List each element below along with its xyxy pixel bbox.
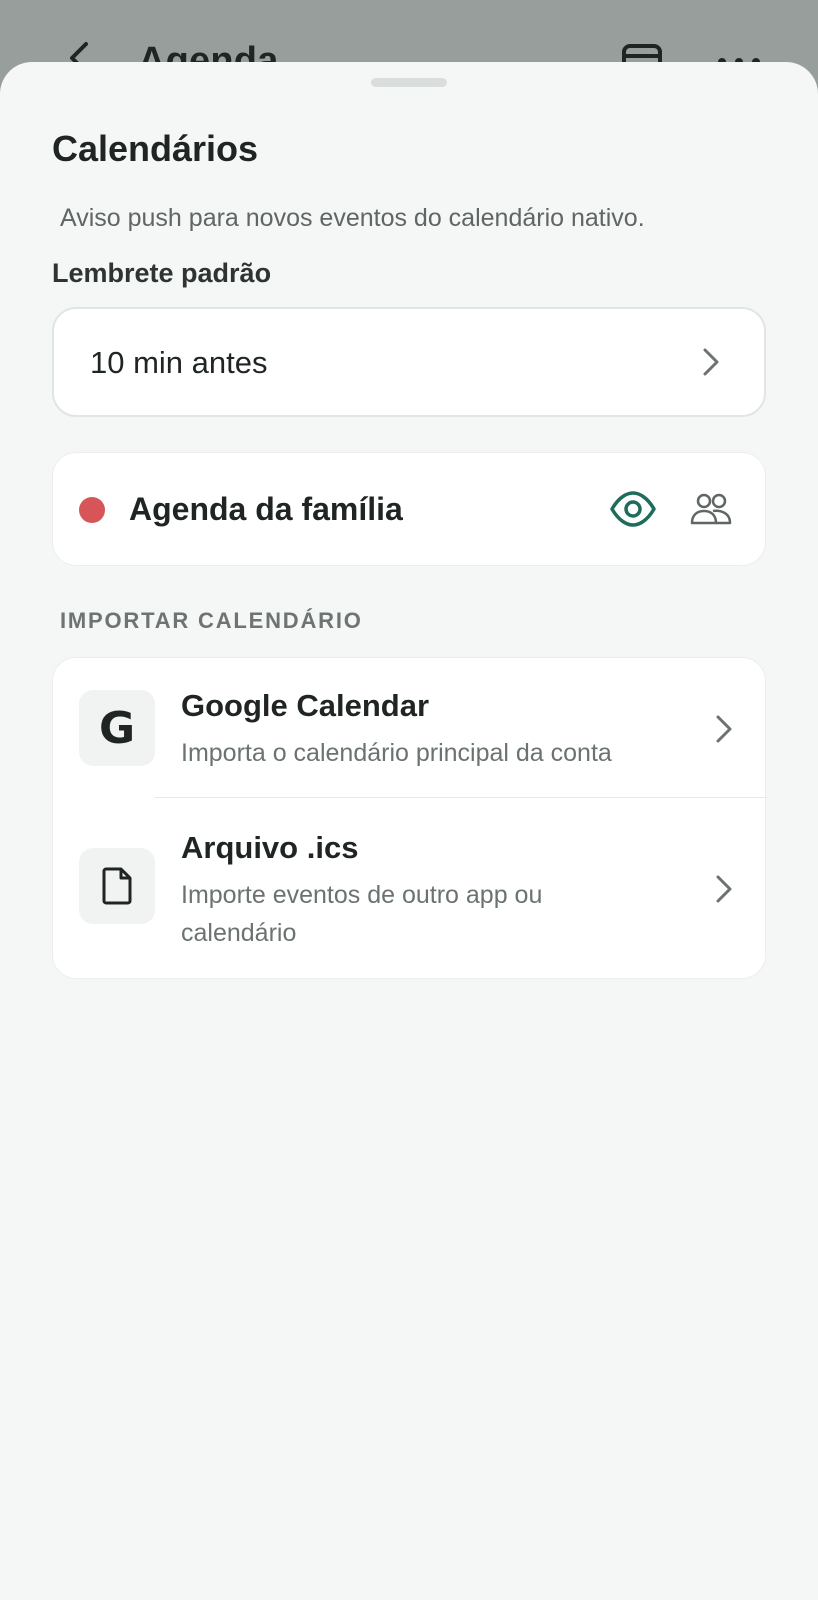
import-google-calendar[interactable]: G Google Calendar Importa o calendário p… xyxy=(53,658,767,798)
chevron-right-icon xyxy=(703,348,719,376)
reminder-value: 10 min antes xyxy=(90,345,268,380)
shared-users-icon[interactable] xyxy=(689,489,733,531)
google-icon-tile: G xyxy=(79,690,155,766)
file-icon-tile xyxy=(79,848,155,924)
import-ics-file[interactable]: Arquivo .ics Importe eventos de outro ap… xyxy=(53,798,767,978)
default-reminder-selector[interactable]: 10 min antes xyxy=(52,307,766,417)
calendars-bottom-sheet: Calendários Aviso push para novos evento… xyxy=(0,62,818,1600)
calendar-name: Agenda da família xyxy=(129,491,403,527)
chevron-right-icon xyxy=(716,875,732,903)
calendar-item-familia[interactable]: Agenda da família xyxy=(52,452,766,566)
import-section-label: IMPORTAR CALENDÁRIO xyxy=(60,608,363,633)
import-row-title: Google Calendar xyxy=(181,688,430,723)
google-g-icon: G xyxy=(98,702,136,754)
sheet-title: Calendários xyxy=(52,128,259,169)
import-options-card: G Google Calendar Importa o calendário p… xyxy=(52,657,767,979)
chevron-right-icon xyxy=(716,715,732,743)
sheet-description: Aviso push para novos eventos do calendá… xyxy=(60,204,645,232)
calendar-color-dot xyxy=(79,497,105,523)
import-row-subtitle: Importa o calendário principal da conta xyxy=(181,739,612,767)
import-row-title: Arquivo .ics xyxy=(181,830,359,865)
reminder-label: Lembrete padrão xyxy=(52,258,272,288)
file-icon xyxy=(102,867,132,905)
sheet-grabber[interactable] xyxy=(371,78,447,87)
import-row-subtitle: Importe eventos de outro app ou calendár… xyxy=(181,881,543,947)
eye-icon[interactable] xyxy=(609,485,657,533)
